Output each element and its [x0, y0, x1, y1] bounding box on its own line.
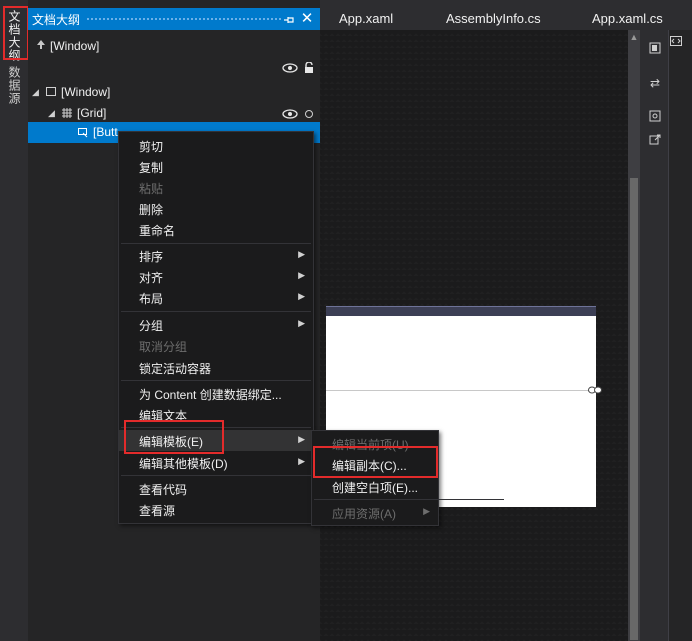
menu-item-rename[interactable]: 重命名 [119, 219, 313, 240]
submenu-arrow-icon: ▶ [298, 456, 305, 466]
tree-label: [Window] [61, 85, 111, 99]
lock-header-icon[interactable] [304, 61, 314, 77]
title-grip [86, 17, 282, 21]
menu-item-align[interactable]: 对齐 ▶ [119, 266, 313, 287]
menu-item-view-source[interactable]: 查看源 [119, 499, 313, 520]
highlight-box-edit-template [124, 420, 224, 454]
tab-assemblyinfo[interactable]: AssemblyInfo.cs [446, 11, 541, 26]
submenu-arrow-icon: ▶ [298, 318, 305, 328]
menu-item-edit-other-templates[interactable]: 编辑其他模板(D) ▶ [119, 452, 313, 473]
window-icon [46, 86, 56, 100]
link-handle-icon[interactable] [588, 384, 602, 396]
panel-title-bar[interactable]: 文档大纲 ✕ [28, 8, 320, 30]
settings-icon[interactable] [648, 110, 662, 124]
menu-item-ungroup[interactable]: 取消分组 [119, 335, 313, 356]
menu-item-lock-active-container[interactable]: 锁定活动容器 [119, 357, 313, 378]
lock-toggle-icon[interactable] [305, 110, 313, 118]
menu-item-order[interactable]: 排序 ▶ [119, 245, 313, 266]
grid-guide-line [326, 390, 596, 391]
menu-separator [121, 311, 311, 312]
eye-icon[interactable] [282, 108, 298, 119]
menu-separator [314, 499, 504, 500]
context-menu: 剪切 复制 粘贴 删除 重命名 排序 ▶ 对齐 ▶ 布局 ▶ 分组 ▶ 取消分组 锁定活… [118, 131, 314, 524]
expand-triangle-icon[interactable]: ◢ [48, 108, 55, 119]
menu-item-copy[interactable]: 复制 [119, 156, 313, 177]
expand-triangle-icon[interactable]: ◢ [32, 87, 39, 98]
menu-separator [121, 380, 311, 381]
submenu-arrow-icon: ▶ [298, 434, 305, 444]
xaml-icon[interactable] [670, 36, 682, 49]
close-icon[interactable]: ✕ [299, 8, 315, 30]
menu-item-apply-resource[interactable]: 应用资源(A) ▶ [312, 502, 438, 523]
popout-icon[interactable] [648, 134, 662, 148]
scope-up-icon[interactable] [34, 38, 48, 52]
submenu-arrow-icon: ▶ [298, 249, 305, 259]
tree-label: [Butt [93, 125, 118, 139]
document-tab-bar: App.xaml AssemblyInfo.cs App.xaml.cs [320, 0, 663, 30]
swap-icon[interactable]: ⇄ [648, 76, 662, 90]
menu-item-delete[interactable]: 删除 [119, 198, 313, 219]
split-view-icon[interactable] [648, 42, 662, 56]
menu-item-cut[interactable]: 剪切 [119, 135, 313, 156]
menu-item-layout[interactable]: 布局 ▶ [119, 287, 313, 308]
scroll-up-icon[interactable]: ▲ [628, 32, 640, 44]
grid-icon [62, 107, 72, 121]
edit-template-submenu: 编辑当前项(U) 编辑副本(C)... 创建空白项(E)... 应用资源(A) ▶ [311, 430, 504, 526]
menu-item-group[interactable]: 分组 ▶ [119, 314, 313, 335]
tab-data-sources[interactable]: 数据源 [5, 66, 23, 105]
scrollbar-thumb[interactable] [630, 178, 638, 640]
menu-item-paste[interactable]: 粘贴 [119, 177, 313, 198]
tree-label: [Grid] [77, 106, 107, 120]
menu-separator [121, 475, 311, 476]
submenu-arrow-icon: ▶ [298, 270, 305, 280]
menu-item-create-binding[interactable]: 为 Content 创建数据绑定... [119, 383, 313, 404]
visibility-header-icon[interactable] [282, 62, 298, 76]
submenu-arrow-icon: ▶ [298, 291, 305, 301]
tab-app-xaml-cs[interactable]: App.xaml.cs [592, 11, 663, 26]
menu-separator [121, 243, 311, 244]
right-side-panel [668, 30, 692, 641]
scope-label: [Window] [50, 39, 100, 53]
pin-icon[interactable] [282, 10, 296, 28]
highlight-box-edit-copy [313, 446, 438, 478]
highlight-box-outline-tab [3, 6, 29, 60]
left-tab-strip: 文档大纲 数据源 [0, 0, 28, 641]
submenu-arrow-icon: ▶ [423, 506, 430, 516]
tab-app-xaml[interactable]: App.xaml [339, 11, 393, 26]
menu-item-create-empty[interactable]: 创建空白项(E)... [312, 476, 438, 497]
button-icon [78, 127, 88, 141]
menu-item-view-code[interactable]: 查看代码 [119, 478, 313, 499]
panel-title: 文档大纲 [32, 13, 81, 27]
